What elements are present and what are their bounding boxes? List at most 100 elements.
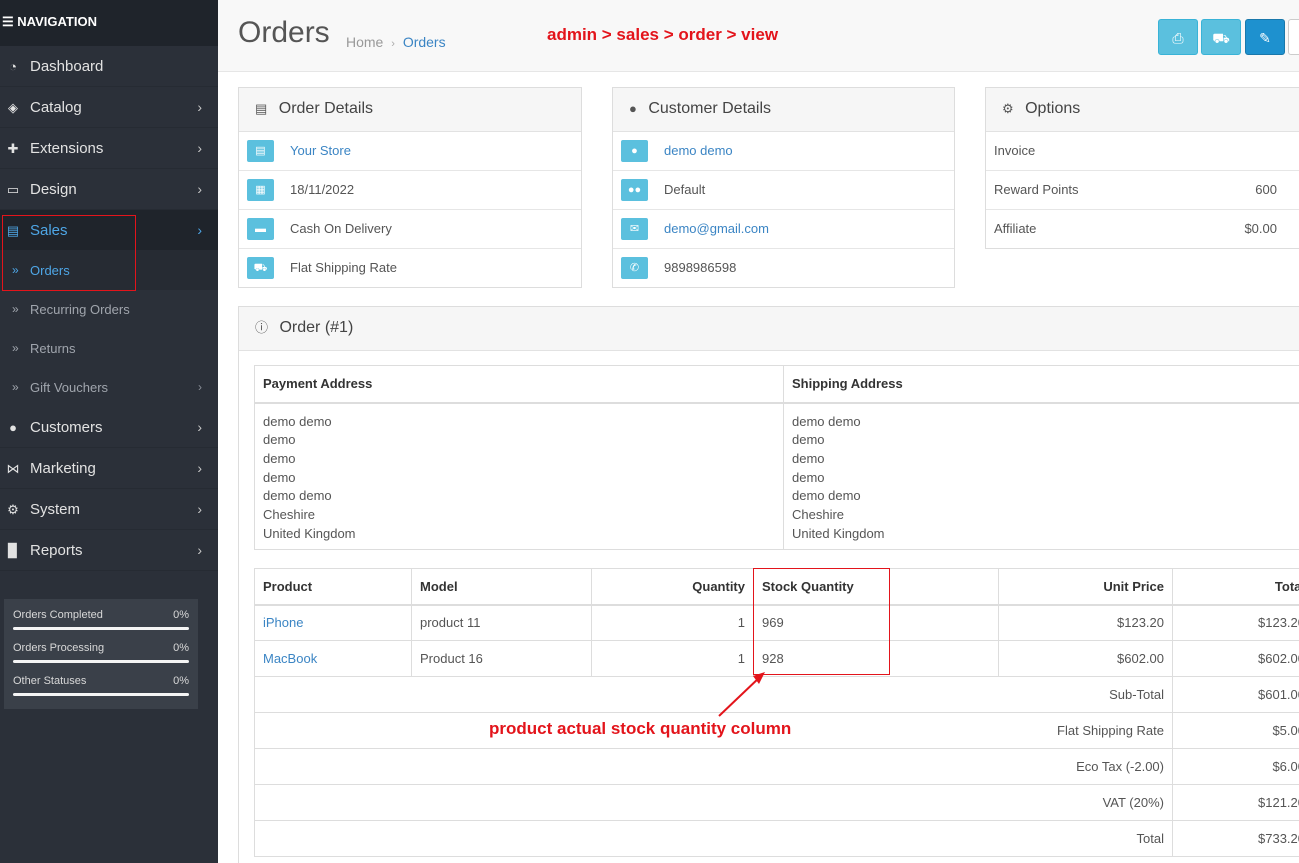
customer-name-link[interactable]: demo demo bbox=[664, 132, 733, 170]
product-link[interactable]: MacBook bbox=[254, 640, 412, 677]
sidebar-item-system[interactable]: ⚙ System › bbox=[0, 489, 218, 530]
totals-label: Total bbox=[254, 820, 1173, 857]
navigation-header[interactable]: ☰ NAVIGATION bbox=[0, 0, 218, 46]
date-added-value: 18/11/2022 bbox=[290, 182, 355, 197]
phone-icon: ✆ bbox=[629, 262, 640, 274]
totals-label: Eco Tax (-2.00) bbox=[254, 748, 1173, 785]
print-shipping-button[interactable]: ⛟ bbox=[1201, 19, 1241, 55]
cart-icon: ▤ bbox=[255, 101, 268, 116]
email-button[interactable]: ✉ bbox=[621, 218, 648, 240]
truck-icon: ⛟ bbox=[253, 262, 268, 274]
shipping-address-header: Shipping Address bbox=[783, 365, 1299, 404]
cog-icon: ⚙ bbox=[1002, 101, 1014, 116]
progress-bar bbox=[13, 660, 189, 663]
chevron-right-icon: › bbox=[197, 501, 202, 517]
chevron-right-icon: › bbox=[197, 222, 202, 238]
sidebar-subitem-returns[interactable]: » Returns bbox=[0, 329, 218, 368]
stat-value: 0% bbox=[173, 642, 189, 654]
sidebar-item-reports[interactable]: ▉ Reports › bbox=[0, 530, 218, 571]
sidebar-subitem-recurring-orders[interactable]: » Recurring Orders bbox=[0, 290, 218, 329]
telephone-button[interactable]: ✆ bbox=[621, 257, 648, 279]
puzzle-icon: ✚ bbox=[7, 141, 19, 156]
sidebar-item-dashboard[interactable]: ◔ Dashboard bbox=[0, 46, 218, 87]
credit-card-icon: ▬ bbox=[255, 223, 266, 235]
envelope-icon: ✉ bbox=[629, 223, 640, 235]
payment-method-button[interactable]: ▬ bbox=[247, 218, 274, 240]
address-line: Cheshire bbox=[792, 507, 845, 523]
chevron-right-icon: › bbox=[197, 419, 202, 435]
customer-group-button[interactable]: ●● bbox=[621, 179, 648, 201]
model-cell: product 11 bbox=[411, 604, 592, 641]
email-link[interactable]: demo@gmail.com bbox=[664, 210, 769, 248]
totals-row: Total $733.20 bbox=[254, 820, 1299, 857]
total-cell: $123.20 bbox=[1172, 604, 1299, 641]
address-table: Payment Address Shipping Address demo de… bbox=[254, 365, 1299, 550]
reward-points-row: Reward Points 600 bbox=[986, 171, 1299, 210]
breadcrumb-orders[interactable]: Orders bbox=[403, 34, 446, 50]
address-line: Cheshire bbox=[263, 507, 316, 523]
payment-method-value: Cash On Delivery bbox=[290, 221, 392, 236]
highlight-box-sales bbox=[2, 215, 136, 291]
panel-heading: ▤ Order Details bbox=[239, 88, 581, 132]
sidebar-item-label: Design bbox=[30, 181, 77, 198]
order-stats-box: Orders Completed 0% Orders Processing 0%… bbox=[4, 599, 198, 709]
totals-value: $601.00 bbox=[1172, 676, 1299, 713]
totals-label: VAT (20%) bbox=[254, 784, 1173, 821]
sidebar-item-customers[interactable]: ● Customers › bbox=[0, 407, 218, 448]
stat-value: 0% bbox=[173, 675, 189, 687]
panel-title: Order (#1) bbox=[279, 319, 354, 336]
panel-title: Options bbox=[1025, 100, 1081, 117]
double-chevron-icon: » bbox=[12, 380, 19, 394]
totals-value: $121.20 bbox=[1172, 784, 1299, 821]
customer-details-panel: ● Customer Details ● demo demo ●● Defaul… bbox=[612, 87, 955, 288]
shipping-method-button[interactable]: ⛟ bbox=[247, 257, 274, 279]
quantity-cell: 1 bbox=[591, 604, 754, 641]
print-invoice-button[interactable]: ⎙ bbox=[1158, 19, 1198, 55]
sidebar-subitem-label: Returns bbox=[30, 341, 76, 356]
sidebar-item-label: Marketing bbox=[30, 460, 96, 477]
annotation-path: admin > sales > order > view bbox=[547, 25, 779, 44]
chevron-right-icon: › bbox=[197, 140, 202, 156]
model-cell: Product 16 bbox=[411, 640, 592, 677]
breadcrumb-separator-icon: › bbox=[391, 38, 395, 50]
stat-value: 0% bbox=[173, 609, 189, 621]
sidebar-item-catalog[interactable]: ◈ Catalog › bbox=[0, 87, 218, 128]
address-line: United Kingdom bbox=[792, 525, 885, 541]
shipping-method-row: ⛟ Flat Shipping Rate bbox=[239, 249, 581, 288]
stat-label: Orders Completed bbox=[13, 609, 103, 621]
sidebar-item-marketing[interactable]: ⋈ Marketing › bbox=[0, 448, 218, 489]
breadcrumb: Home › Orders bbox=[346, 34, 446, 50]
sidebar-item-design[interactable]: ▭ Design › bbox=[0, 169, 218, 210]
address-line: United Kingdom bbox=[263, 525, 356, 541]
sidebar-item-label: Catalog bbox=[30, 99, 82, 116]
customer-row: ● demo demo bbox=[613, 132, 954, 171]
cancel-button[interactable] bbox=[1288, 19, 1299, 55]
print-icon: ⎙ bbox=[1172, 30, 1184, 46]
sidebar-item-label: Customers bbox=[30, 419, 103, 436]
total-cell: $602.00 bbox=[1172, 640, 1299, 677]
double-chevron-icon: » bbox=[12, 341, 19, 355]
sidebar-subitem-gift-vouchers[interactable]: » Gift Vouchers › bbox=[0, 368, 218, 407]
payment-address-header: Payment Address bbox=[254, 365, 784, 404]
chevron-right-icon: › bbox=[197, 181, 202, 197]
customer-button[interactable]: ● bbox=[621, 140, 648, 162]
store-button[interactable]: ▤ bbox=[247, 140, 274, 162]
dashboard-icon: ◔ bbox=[9, 59, 17, 74]
breadcrumb-home[interactable]: Home bbox=[346, 34, 383, 50]
navigation-label: NAVIGATION bbox=[17, 14, 97, 29]
totals-value: $6.00 bbox=[1172, 748, 1299, 785]
store-link[interactable]: Your Store bbox=[290, 132, 351, 170]
unit-price-cell: $123.20 bbox=[998, 604, 1173, 641]
product-link[interactable]: iPhone bbox=[254, 604, 412, 641]
edit-button[interactable]: ✎ bbox=[1245, 19, 1285, 55]
address-line: demo bbox=[263, 432, 296, 448]
sidebar-item-label: Dashboard bbox=[30, 58, 104, 75]
stat-orders-processing: Orders Processing 0% bbox=[13, 632, 189, 665]
page-header: Orders Home › Orders admin > sales > ord… bbox=[218, 0, 1299, 72]
date-added-button[interactable]: ▦ bbox=[247, 179, 274, 201]
chevron-right-icon: › bbox=[197, 460, 202, 476]
stat-orders-completed: Orders Completed 0% bbox=[13, 599, 189, 632]
sidebar-item-extensions[interactable]: ✚ Extensions › bbox=[0, 128, 218, 169]
address-line: demo demo bbox=[792, 488, 861, 504]
address-line: demo demo bbox=[263, 413, 332, 429]
